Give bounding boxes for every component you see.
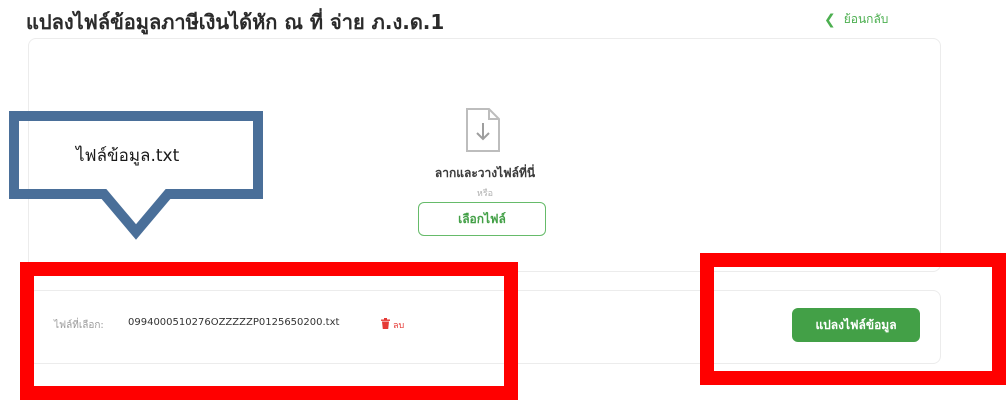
- back-label: ย้อนกลับ: [843, 12, 889, 26]
- choose-file-button[interactable]: เลือกไฟล์: [418, 202, 546, 236]
- or-separator: หรือ: [476, 189, 494, 199]
- drop-instruction: ลากและวางไฟล์ที่นี่: [434, 166, 536, 180]
- callout-arrow-box: [9, 111, 263, 240]
- back-link[interactable]: ❮ ย้อนกลับ: [824, 10, 888, 29]
- highlight-box-file: [20, 262, 518, 400]
- chevron-left-icon: ❮: [824, 11, 836, 28]
- page-title: แปลงไฟล์ข้อมูลภาษีเงินได้หัก ณ ที่ จ่าย …: [26, 10, 445, 34]
- highlight-box-convert: [700, 253, 1006, 385]
- callout-text: ไฟล์ข้อมูล.txt: [76, 146, 180, 166]
- file-download-icon: [466, 108, 500, 152]
